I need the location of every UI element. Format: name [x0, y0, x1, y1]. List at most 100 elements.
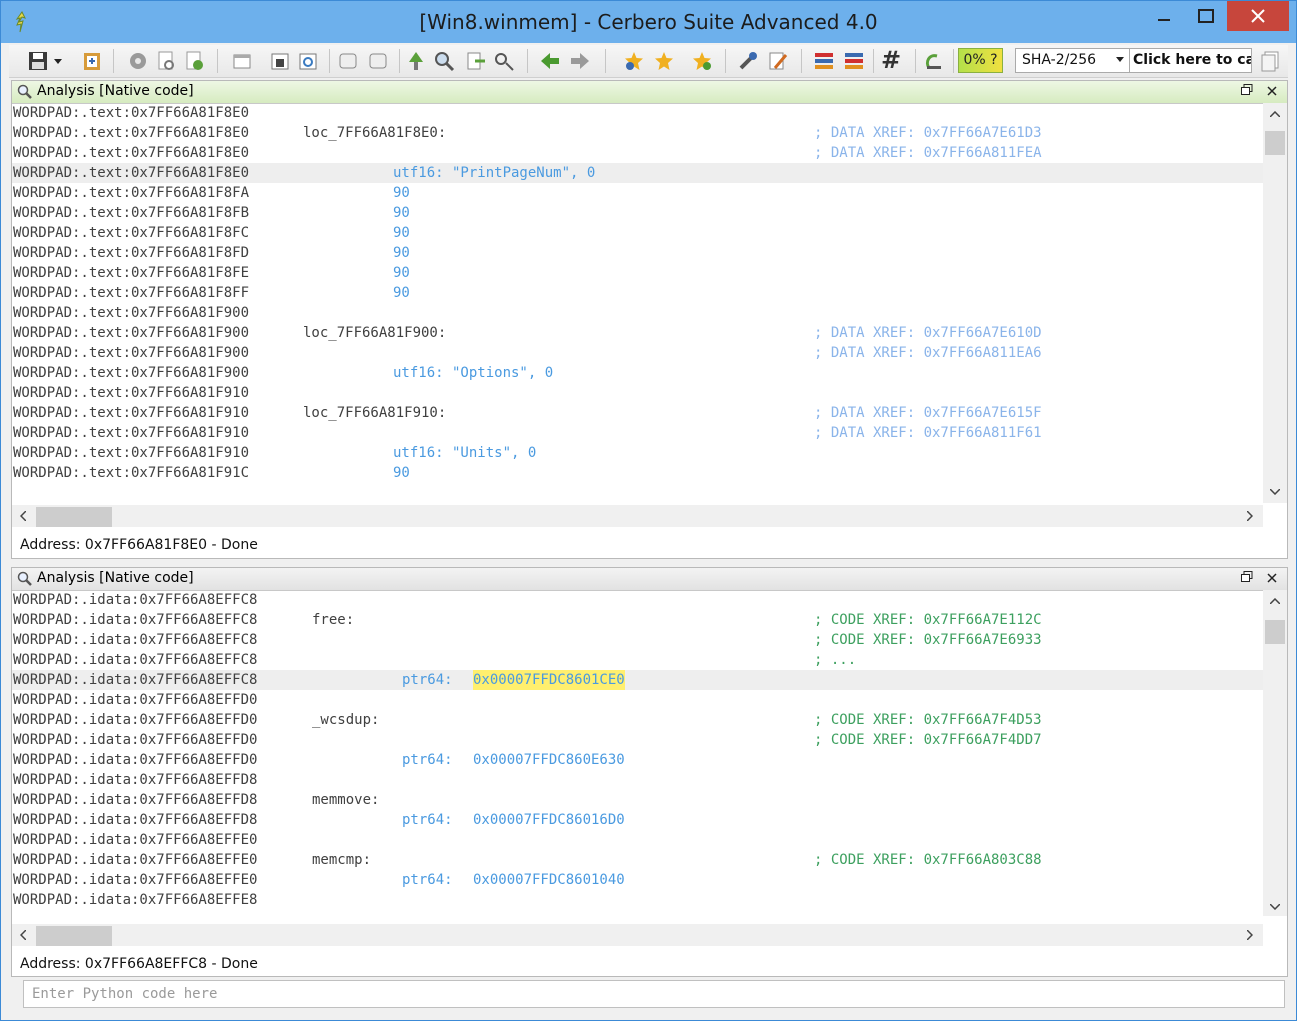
- scroll-thumb[interactable]: [36, 507, 112, 527]
- color-bars-alt-icon[interactable]: [843, 50, 865, 72]
- disassembly-line[interactable]: WORDPAD:.idata:0x7FF66A8EFFD8 memmove:: [12, 790, 1263, 810]
- edit-icon[interactable]: [767, 50, 789, 72]
- python-code-input[interactable]: Enter Python code here: [23, 980, 1285, 1008]
- disassembly-line[interactable]: WORDPAD:.text:0x7FF66A81F8FC 90: [12, 223, 1263, 243]
- frame-icon[interactable]: [337, 50, 359, 72]
- refresh-view-icon[interactable]: [297, 50, 319, 72]
- close-pane-icon[interactable]: [1267, 573, 1277, 583]
- disassembly-line[interactable]: WORDPAD:.text:0x7FF66A81F910 loc_7FF66A81…: [12, 403, 1263, 423]
- close-pane-icon[interactable]: [1267, 86, 1277, 96]
- disassembly-line[interactable]: WORDPAD:.text:0x7FF66A81F8FB 90: [12, 203, 1263, 223]
- disassembly-line[interactable]: WORDPAD:.idata:0x7FF66A8EFFD0 ; CODE XREF…: [12, 730, 1263, 750]
- maximize-button[interactable]: [1185, 1, 1227, 31]
- scroll-down-icon[interactable]: [1270, 489, 1280, 495]
- vertical-scrollbar-bottom[interactable]: [1263, 590, 1287, 916]
- maximize-icon: [1198, 9, 1214, 23]
- hash-calculate-button[interactable]: Click here to cal: [1129, 48, 1252, 73]
- disassembly-line[interactable]: WORDPAD:.idata:0x7FF66A8EFFD8: [12, 770, 1263, 790]
- hash-algorithm-select[interactable]: SHA-2/256: [1015, 48, 1130, 73]
- disassembly-line[interactable]: WORDPAD:.text:0x7FF66A81F8FF 90: [12, 283, 1263, 303]
- disassembly-line[interactable]: WORDPAD:.text:0x7FF66A81F91C 90: [12, 463, 1263, 483]
- disassembly-line[interactable]: WORDPAD:.idata:0x7FF66A8EFFD0: [12, 690, 1263, 710]
- pointer-value[interactable]: 0x00007FFDC8601CE0: [473, 670, 625, 690]
- float-pane-icon[interactable]: [1241, 84, 1253, 96]
- scroll-right-icon[interactable]: [1247, 511, 1253, 521]
- forward-arrow-icon[interactable]: [569, 50, 591, 72]
- title-bar[interactable]: [Win8.winmem] - Cerbero Suite Advanced 4…: [1, 1, 1296, 43]
- tools-icon[interactable]: [737, 50, 759, 72]
- disassembly-line[interactable]: WORDPAD:.text:0x7FF66A81F910 utf16: "Unit…: [12, 443, 1263, 463]
- scroll-thumb[interactable]: [1265, 620, 1285, 644]
- minimize-button[interactable]: [1143, 1, 1185, 31]
- color-bars-icon[interactable]: [813, 50, 835, 72]
- disassembly-line[interactable]: WORDPAD:.text:0x7FF66A81F900 loc_7FF66A81…: [12, 323, 1263, 343]
- disassembly-line[interactable]: WORDPAD:.text:0x7FF66A81F8E0 ; DATA XREF:…: [12, 143, 1263, 163]
- disassembly-line[interactable]: WORDPAD:.idata:0x7FF66A8EFFD8 ptr64: 0x000…: [12, 810, 1263, 830]
- bookmark-star-blue-icon[interactable]: [623, 50, 645, 72]
- disassembly-line[interactable]: WORDPAD:.idata:0x7FF66A8EFFC8 ptr64: 0x000…: [12, 670, 1263, 690]
- windows-icon[interactable]: [231, 50, 253, 72]
- disassembly-line[interactable]: WORDPAD:.text:0x7FF66A81F8FD 90: [12, 243, 1263, 263]
- disassembly-line[interactable]: WORDPAD:.text:0x7FF66A81F8FA 90: [12, 183, 1263, 203]
- regex-icon[interactable]: [493, 50, 515, 72]
- disassembly-line[interactable]: WORDPAD:.idata:0x7FF66A8EFFD0 ptr64: 0x000…: [12, 750, 1263, 770]
- scroll-thumb[interactable]: [36, 926, 112, 946]
- pane-header-top[interactable]: Analysis [Native code]: [12, 81, 1287, 104]
- back-arrow-icon[interactable]: [539, 50, 561, 72]
- disassembly-line[interactable]: WORDPAD:.idata:0x7FF66A8EFFD0 _wcsdup: ; C…: [12, 710, 1263, 730]
- disassembly-view-bottom[interactable]: WORDPAD:.idata:0x7FF66A8EFFC8 WORDPAD:.id…: [12, 590, 1263, 916]
- disassembly-line[interactable]: WORDPAD:.text:0x7FF66A81F910: [12, 383, 1263, 403]
- gear-icon[interactable]: [127, 50, 149, 72]
- disassembly-line[interactable]: WORDPAD:.idata:0x7FF66A8EFFE8: [12, 890, 1263, 910]
- disassembly-line[interactable]: WORDPAD:.text:0x7FF66A81F8FE 90: [12, 263, 1263, 283]
- save-view-icon[interactable]: [269, 50, 291, 72]
- bookmark-star-green-icon[interactable]: [691, 50, 713, 72]
- disassembly-line[interactable]: WORDPAD:.text:0x7FF66A81F8E0 utf16: "Prin…: [12, 163, 1263, 183]
- scroll-thumb[interactable]: [1265, 131, 1285, 155]
- float-pane-icon[interactable]: [1241, 571, 1253, 583]
- disassembly-line[interactable]: WORDPAD:.idata:0x7FF66A8EFFC8 ; CODE XREF…: [12, 630, 1263, 650]
- scroll-down-icon[interactable]: [1270, 904, 1280, 910]
- find-icon[interactable]: [433, 50, 455, 72]
- save-icon[interactable]: [27, 50, 49, 72]
- frame-alt-icon[interactable]: [367, 50, 389, 72]
- disassembly-line[interactable]: WORDPAD:.text:0x7FF66A81F900: [12, 303, 1263, 323]
- main-toolbar: # 0% ? SHA-2/256 Click here to cal: [9, 45, 1288, 78]
- tree-green-icon[interactable]: [405, 50, 427, 72]
- close-button[interactable]: [1227, 1, 1289, 31]
- vertical-scrollbar-top[interactable]: [1263, 103, 1287, 503]
- horizontal-scrollbar-top[interactable]: [12, 505, 1263, 527]
- horizontal-scrollbar-bottom[interactable]: [12, 924, 1263, 946]
- copy-document-icon[interactable]: [1259, 50, 1281, 72]
- entropy-percent-indicator[interactable]: 0% ?: [958, 48, 1003, 73]
- terminal-icon[interactable]: [923, 50, 945, 72]
- disassembly-line[interactable]: WORDPAD:.idata:0x7FF66A8EFFE0 memcmp: ; CO…: [12, 850, 1263, 870]
- scroll-left-icon[interactable]: [20, 511, 26, 521]
- scroll-right-icon[interactable]: [1247, 930, 1253, 940]
- clipboard-icon[interactable]: [81, 50, 103, 72]
- bookmark-star-icon[interactable]: [653, 50, 675, 72]
- export-icon[interactable]: [465, 50, 487, 72]
- disassembly-line[interactable]: WORDPAD:.text:0x7FF66A81F8E0: [12, 103, 1263, 123]
- chevron-down-icon[interactable]: [53, 50, 63, 72]
- disassembly-view-top[interactable]: WORDPAD:.text:0x7FF66A81F8E0 WORDPAD:.tex…: [12, 103, 1263, 503]
- disassembly-line[interactable]: WORDPAD:.idata:0x7FF66A8EFFC8: [12, 590, 1263, 610]
- scroll-up-icon[interactable]: [1270, 598, 1280, 604]
- scroll-left-icon[interactable]: [20, 930, 26, 940]
- disassembly-line[interactable]: WORDPAD:.idata:0x7FF66A8EFFC8 free: ; CODE…: [12, 610, 1263, 630]
- disassembly-line[interactable]: WORDPAD:.idata:0x7FF66A8EFFC8 ; ...: [12, 650, 1263, 670]
- scroll-up-icon[interactable]: [1270, 111, 1280, 117]
- window-title: [Win8.winmem] - Cerbero Suite Advanced 4…: [419, 10, 878, 34]
- document-add-icon[interactable]: [183, 50, 205, 72]
- pane-title: Analysis [Native code]: [37, 570, 194, 586]
- address: WORDPAD:.idata:0x7FF66A8EFFD0: [13, 692, 258, 708]
- disassembly-line[interactable]: WORDPAD:.text:0x7FF66A81F900 utf16: "Opti…: [12, 363, 1263, 383]
- hash-icon[interactable]: #: [881, 46, 901, 74]
- pane-header-bottom[interactable]: Analysis [Native code]: [12, 568, 1287, 591]
- disassembly-line[interactable]: WORDPAD:.idata:0x7FF66A8EFFE0: [12, 830, 1263, 850]
- disassembly-line[interactable]: WORDPAD:.text:0x7FF66A81F900 ; DATA XREF:…: [12, 343, 1263, 363]
- document-search-icon[interactable]: [155, 50, 177, 72]
- disassembly-line[interactable]: WORDPAD:.text:0x7FF66A81F910 ; DATA XREF:…: [12, 423, 1263, 443]
- disassembly-line[interactable]: WORDPAD:.idata:0x7FF66A8EFFE0 ptr64: 0x000…: [12, 870, 1263, 890]
- disassembly-line[interactable]: WORDPAD:.text:0x7FF66A81F8E0 loc_7FF66A81…: [12, 123, 1263, 143]
